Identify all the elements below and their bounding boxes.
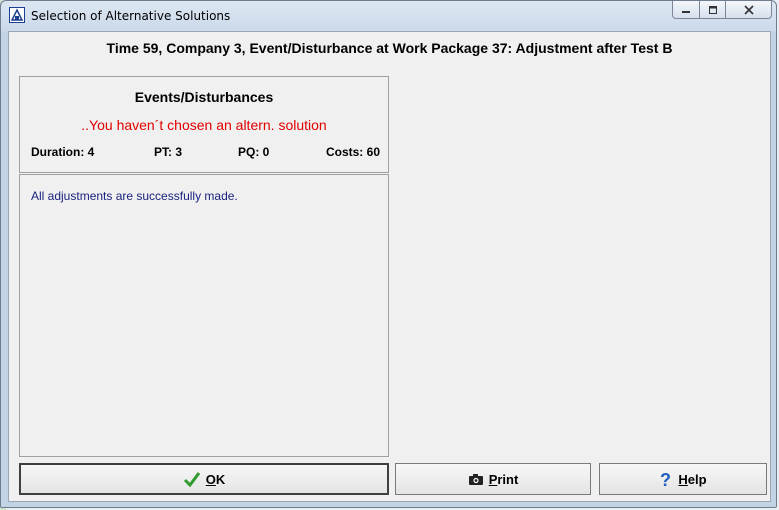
dialog-window: Selection of Alternative Solutions Time … — [0, 0, 777, 508]
ok-label: OK — [205, 471, 226, 487]
selection-status: ..You haven´t chosen an altern. solution — [81, 117, 327, 133]
camera-icon — [468, 473, 483, 485]
checkmark-icon — [183, 472, 200, 487]
question-mark-icon: ? — [660, 470, 671, 488]
minimize-button[interactable] — [672, 1, 700, 19]
maximize-button[interactable] — [700, 1, 726, 19]
pt-value: PT: 3 — [154, 145, 183, 159]
description-text: All adjustments are successfully made. — [31, 189, 238, 203]
events-panel: Events/Disturbances ..You haven´t chosen… — [19, 76, 389, 173]
events-title: Events/Disturbances — [134, 89, 274, 105]
help-button[interactable]: ? Help — [599, 463, 767, 495]
close-button[interactable] — [726, 1, 772, 19]
solution-description-panel[interactable]: All adjustments are successfully made. — [19, 174, 389, 457]
help-label: Help — [678, 471, 707, 487]
print-label: Print — [488, 471, 519, 487]
minimize-icon — [682, 10, 690, 13]
print-button[interactable]: Print — [395, 463, 591, 495]
costs-value: Costs: 60 — [325, 145, 380, 159]
pq-value: PQ: 0 — [238, 145, 270, 159]
window-controls — [672, 1, 772, 21]
svg-text:?: ? — [660, 470, 671, 488]
maximize-icon — [708, 5, 717, 14]
page-title: Time 59, Company 3, Event/Disturbance at… — [106, 40, 673, 56]
ok-button[interactable]: OK — [19, 463, 389, 495]
app-icon — [9, 7, 25, 23]
dialog-client-area: Time 59, Company 3, Event/Disturbance at… — [8, 31, 771, 502]
window-title: Selection of Alternative Solutions — [31, 9, 231, 23]
duration-value: Duration: 4 — [31, 145, 95, 159]
title-bar[interactable]: Selection of Alternative Solutions — [1, 1, 776, 31]
close-icon — [743, 4, 754, 15]
